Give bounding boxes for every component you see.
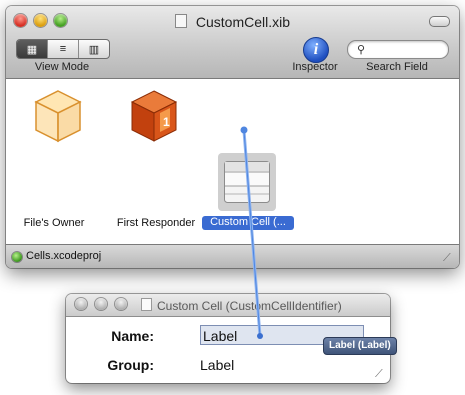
files-owner-label[interactable]: File's Owner xyxy=(18,217,90,229)
inspector-icon[interactable]: i xyxy=(303,37,329,63)
connection-tooltip: Label (Label) xyxy=(323,337,397,355)
search-input[interactable]: ⚲ xyxy=(347,40,449,59)
view-mode-control[interactable]: ▦ ≡ ▥ xyxy=(16,39,110,59)
inspector-label: Inspector xyxy=(292,61,338,73)
status-bar: Cells.xcodeproj ⟋ xyxy=(6,244,459,268)
panel-minimize-button[interactable] xyxy=(95,298,107,310)
svg-text:1: 1 xyxy=(163,115,170,129)
resize-grip-icon[interactable]: ⟋ xyxy=(443,252,451,265)
files-owner-item[interactable] xyxy=(34,89,82,145)
status-indicator-icon xyxy=(12,252,22,262)
table-cell-icon xyxy=(224,161,270,203)
window-title: CustomCell.xib xyxy=(6,14,459,30)
group-label: Group: xyxy=(107,357,154,373)
panel-zoom-button[interactable] xyxy=(115,298,127,310)
toolbar-toggle-button[interactable] xyxy=(429,16,450,27)
document-area: File's Owner 1 First Responder Custom Ce… xyxy=(6,79,459,244)
group-value: Label xyxy=(200,357,235,373)
project-name: Cells.xcodeproj xyxy=(26,250,102,262)
list-view-icon[interactable]: ≡ xyxy=(48,40,79,58)
column-view-icon[interactable]: ▥ xyxy=(79,40,109,58)
document-icon xyxy=(174,14,187,28)
document-icon xyxy=(141,298,152,311)
view-mode-label: View Mode xyxy=(34,61,90,73)
main-window: CustomCell.xib ▦ ≡ ▥ View Mode i Inspect… xyxy=(6,6,459,268)
custom-cell-label[interactable]: Custom Cell (... xyxy=(202,216,294,230)
first-responder-item[interactable]: 1 xyxy=(130,89,178,145)
panel-close-button[interactable] xyxy=(75,298,87,310)
search-icon: ⚲ xyxy=(357,44,366,56)
search-field-label: Search Field xyxy=(366,61,428,73)
panel-title: Custom Cell (CustomCellIdentifier) xyxy=(157,299,342,313)
first-responder-label[interactable]: First Responder xyxy=(108,217,204,229)
panel-title-bar: Custom Cell (CustomCellIdentifier) xyxy=(66,294,390,317)
window-title-text: CustomCell.xib xyxy=(195,14,291,30)
window-toolbar: CustomCell.xib ▦ ≡ ▥ View Mode i Inspect… xyxy=(6,6,459,79)
first-responder-icon: 1 xyxy=(130,90,178,142)
name-label: Name: xyxy=(111,328,154,344)
resize-grip-icon[interactable]: ⟋ xyxy=(375,368,383,381)
icon-view-icon[interactable]: ▦ xyxy=(17,40,48,58)
files-owner-icon xyxy=(34,90,82,143)
